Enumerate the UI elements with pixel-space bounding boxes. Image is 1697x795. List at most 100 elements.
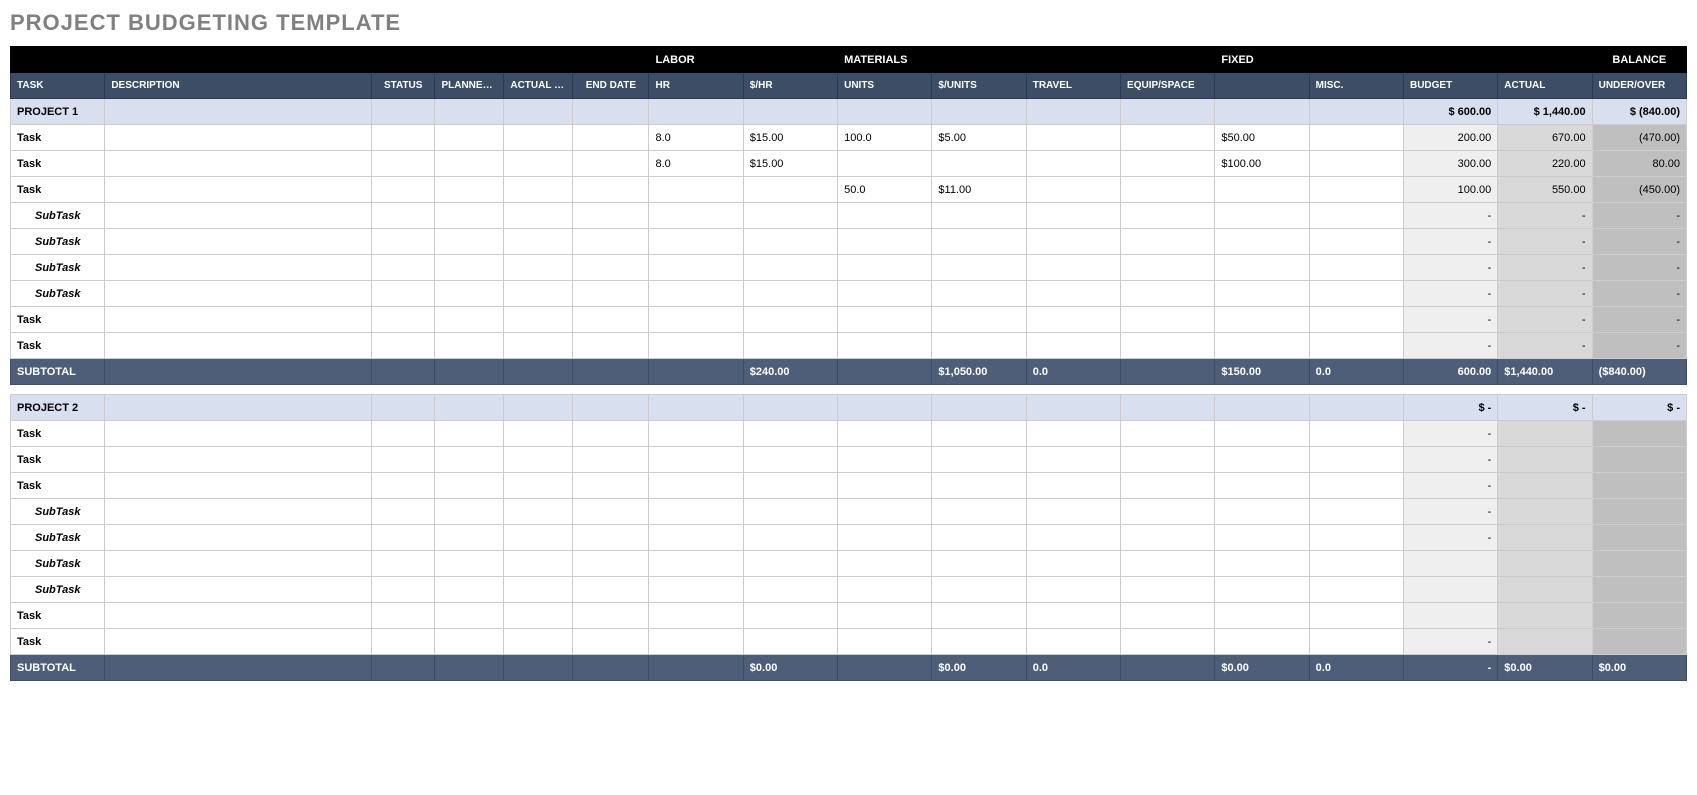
cell-description[interactable] bbox=[105, 203, 372, 229]
cell-units[interactable]: 50.0 bbox=[838, 177, 932, 203]
project-blank[interactable] bbox=[573, 99, 649, 125]
cell-fixed[interactable] bbox=[1215, 203, 1309, 229]
cell-per-units[interactable] bbox=[932, 499, 1026, 525]
cell-actual-start[interactable] bbox=[504, 551, 573, 577]
cell-equip[interactable] bbox=[1121, 177, 1215, 203]
cell-units[interactable] bbox=[838, 203, 932, 229]
cell-fixed[interactable] bbox=[1215, 255, 1309, 281]
cell-equip[interactable] bbox=[1121, 603, 1215, 629]
cell-end-date[interactable] bbox=[573, 603, 649, 629]
cell-misc[interactable] bbox=[1309, 629, 1403, 655]
project-blank[interactable] bbox=[504, 99, 573, 125]
cell-description[interactable] bbox=[105, 421, 372, 447]
cell-planned-start[interactable] bbox=[435, 177, 504, 203]
cell-end-date[interactable] bbox=[573, 551, 649, 577]
cell-planned-start[interactable] bbox=[435, 203, 504, 229]
cell-actual[interactable] bbox=[1498, 525, 1592, 551]
cell-description[interactable] bbox=[105, 255, 372, 281]
cell-budget[interactable]: - bbox=[1403, 203, 1497, 229]
cell-description[interactable] bbox=[105, 577, 372, 603]
cell-per-units[interactable]: $11.00 bbox=[932, 177, 1026, 203]
cell-hr[interactable] bbox=[649, 333, 743, 359]
cell-hr[interactable] bbox=[649, 525, 743, 551]
cell-fixed[interactable]: $50.00 bbox=[1215, 125, 1309, 151]
project-blank[interactable] bbox=[1309, 395, 1403, 421]
project-blank[interactable] bbox=[573, 395, 649, 421]
cell-per-units[interactable] bbox=[932, 473, 1026, 499]
cell-rate[interactable] bbox=[743, 499, 837, 525]
cell-planned-start[interactable] bbox=[435, 421, 504, 447]
cell-description[interactable] bbox=[105, 151, 372, 177]
cell-under-over[interactable]: - bbox=[1592, 281, 1686, 307]
cell-rate[interactable] bbox=[743, 447, 837, 473]
cell-under-over[interactable] bbox=[1592, 447, 1686, 473]
cell-fixed[interactable] bbox=[1215, 307, 1309, 333]
cell-actual-start[interactable] bbox=[504, 525, 573, 551]
cell-rate[interactable] bbox=[743, 255, 837, 281]
cell-misc[interactable] bbox=[1309, 473, 1403, 499]
cell-actual-start[interactable] bbox=[504, 255, 573, 281]
cell-description[interactable] bbox=[105, 307, 372, 333]
cell-misc[interactable] bbox=[1309, 151, 1403, 177]
project-blank[interactable] bbox=[743, 395, 837, 421]
cell-end-date[interactable] bbox=[573, 447, 649, 473]
cell-rate[interactable] bbox=[743, 177, 837, 203]
cell-travel[interactable] bbox=[1026, 447, 1120, 473]
cell-fixed[interactable] bbox=[1215, 447, 1309, 473]
cell-travel[interactable] bbox=[1026, 151, 1120, 177]
cell-description[interactable] bbox=[105, 333, 372, 359]
cell-units[interactable] bbox=[838, 499, 932, 525]
cell-rate[interactable]: $15.00 bbox=[743, 125, 837, 151]
cell-fixed[interactable] bbox=[1215, 281, 1309, 307]
project-blank[interactable] bbox=[1215, 99, 1309, 125]
cell-description[interactable] bbox=[105, 177, 372, 203]
cell-description[interactable] bbox=[105, 473, 372, 499]
cell-travel[interactable] bbox=[1026, 333, 1120, 359]
cell-fixed[interactable] bbox=[1215, 421, 1309, 447]
cell-status[interactable] bbox=[371, 421, 434, 447]
cell-travel[interactable] bbox=[1026, 629, 1120, 655]
cell-equip[interactable] bbox=[1121, 525, 1215, 551]
cell-rate[interactable] bbox=[743, 551, 837, 577]
cell-under-over[interactable] bbox=[1592, 603, 1686, 629]
cell-travel[interactable] bbox=[1026, 281, 1120, 307]
project-blank[interactable] bbox=[1215, 395, 1309, 421]
cell-travel[interactable] bbox=[1026, 229, 1120, 255]
cell-actual-start[interactable] bbox=[504, 229, 573, 255]
cell-actual-start[interactable] bbox=[504, 447, 573, 473]
cell-budget[interactable]: - bbox=[1403, 629, 1497, 655]
cell-hr[interactable] bbox=[649, 255, 743, 281]
cell-per-units[interactable] bbox=[932, 577, 1026, 603]
cell-description[interactable] bbox=[105, 229, 372, 255]
cell-actual[interactable]: - bbox=[1498, 203, 1592, 229]
cell-travel[interactable] bbox=[1026, 421, 1120, 447]
cell-fixed[interactable] bbox=[1215, 629, 1309, 655]
cell-fixed[interactable]: $100.00 bbox=[1215, 151, 1309, 177]
cell-misc[interactable] bbox=[1309, 203, 1403, 229]
cell-budget[interactable]: - bbox=[1403, 421, 1497, 447]
cell-hr[interactable] bbox=[649, 421, 743, 447]
cell-end-date[interactable] bbox=[573, 473, 649, 499]
cell-hr[interactable]: 8.0 bbox=[649, 125, 743, 151]
cell-per-units[interactable] bbox=[932, 151, 1026, 177]
cell-actual-start[interactable] bbox=[504, 473, 573, 499]
cell-under-over[interactable]: (470.00) bbox=[1592, 125, 1686, 151]
cell-rate[interactable] bbox=[743, 229, 837, 255]
cell-misc[interactable] bbox=[1309, 229, 1403, 255]
project-blank[interactable] bbox=[932, 395, 1026, 421]
cell-travel[interactable] bbox=[1026, 525, 1120, 551]
cell-misc[interactable] bbox=[1309, 421, 1403, 447]
cell-rate[interactable] bbox=[743, 281, 837, 307]
cell-units[interactable] bbox=[838, 421, 932, 447]
cell-status[interactable] bbox=[371, 551, 434, 577]
cell-status[interactable] bbox=[371, 499, 434, 525]
cell-rate[interactable]: $15.00 bbox=[743, 151, 837, 177]
cell-misc[interactable] bbox=[1309, 307, 1403, 333]
cell-equip[interactable] bbox=[1121, 307, 1215, 333]
cell-budget[interactable]: - bbox=[1403, 447, 1497, 473]
project-blank[interactable] bbox=[1121, 395, 1215, 421]
cell-budget[interactable] bbox=[1403, 551, 1497, 577]
cell-equip[interactable] bbox=[1121, 333, 1215, 359]
cell-planned-start[interactable] bbox=[435, 333, 504, 359]
cell-end-date[interactable] bbox=[573, 229, 649, 255]
